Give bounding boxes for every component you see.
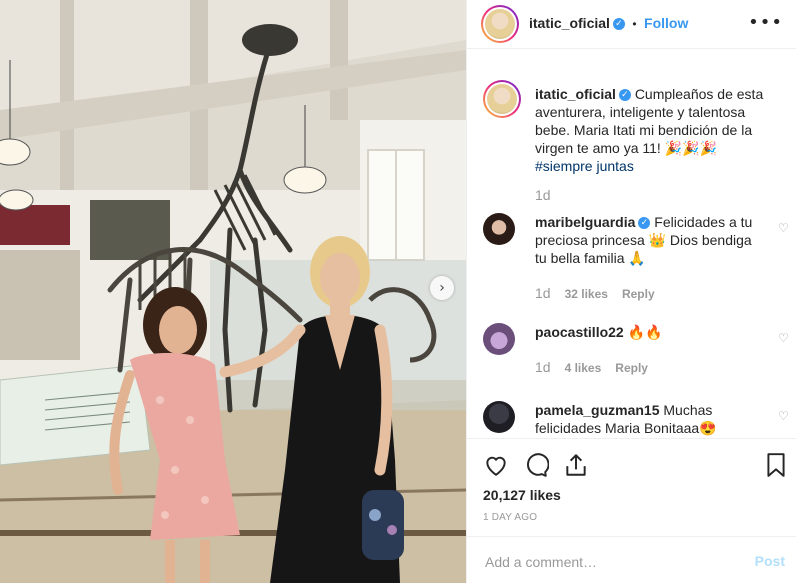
- header-username[interactable]: itatic_oficial: [529, 15, 610, 31]
- comment-icon[interactable]: [523, 452, 549, 478]
- chevron-right-icon: ›: [439, 280, 445, 296]
- heart-icon[interactable]: [483, 452, 509, 478]
- comment-username[interactable]: paocastillo22: [535, 324, 624, 340]
- share-icon[interactable]: [563, 452, 589, 478]
- action-bar: 20,127 likes 1 DAY AGO: [467, 438, 796, 537]
- next-image-button[interactable]: ›: [430, 276, 454, 300]
- hashtag-link[interactable]: #siempre juntas: [535, 158, 634, 174]
- verified-badge-icon: ✓: [612, 17, 625, 30]
- reply-button[interactable]: Reply: [615, 361, 648, 375]
- caption-time: 1d: [535, 187, 551, 203]
- avatar[interactable]: [483, 213, 515, 245]
- museum-photo-illustration: [0, 0, 466, 583]
- heart-icon[interactable]: ♡: [778, 331, 789, 345]
- comment-time: 1d: [535, 285, 551, 301]
- comment-input[interactable]: [483, 549, 737, 575]
- comment-text: 🔥🔥: [627, 324, 663, 340]
- caption-text-block: itatic_oficial ✓ Cumpleaños de esta avent…: [535, 85, 767, 175]
- post-comment-button[interactable]: Post: [755, 553, 785, 569]
- caption-avatar[interactable]: [483, 80, 521, 118]
- avatar: [487, 84, 517, 114]
- bookmark-icon[interactable]: [763, 452, 789, 478]
- comment-text-block: paocastillo22 🔥🔥: [535, 323, 767, 341]
- comment-text-block: maribelguardia ✓ Felicidades a tu precios…: [535, 213, 767, 267]
- reply-button[interactable]: Reply: [622, 287, 655, 301]
- likes-count[interactable]: 20,127 likes: [483, 487, 561, 503]
- follow-button[interactable]: Follow: [644, 15, 688, 31]
- comment-time: 1d: [535, 359, 551, 375]
- avatar[interactable]: [483, 323, 515, 355]
- post-timestamp: 1 DAY AGO: [483, 512, 538, 523]
- post-header: itatic_oficial ✓ • Follow •••: [467, 0, 796, 49]
- post-sidebar: itatic_oficial ✓ • Follow ••• itatic_ofic…: [466, 0, 796, 583]
- avatar: [485, 9, 515, 39]
- comment-likes[interactable]: 4 likes: [565, 361, 602, 375]
- add-comment-bar: Post: [467, 536, 796, 584]
- avatar-story-ring[interactable]: [481, 5, 519, 43]
- comment-meta: 1d 4 likes Reply: [535, 359, 648, 375]
- separator-dot: •: [632, 17, 637, 31]
- comment-meta: 1d 32 likes Reply: [535, 285, 655, 301]
- comment-text-block: pamela_guzman15 Muchas felicidades Maria…: [535, 401, 767, 437]
- comment-username[interactable]: maribelguardia: [535, 214, 635, 230]
- comments-list[interactable]: itatic_oficial ✓ Cumpleaños de esta avent…: [467, 73, 796, 438]
- heart-icon[interactable]: ♡: [778, 221, 789, 235]
- caption-username[interactable]: itatic_oficial: [535, 86, 616, 102]
- avatar[interactable]: [483, 401, 515, 433]
- heart-icon[interactable]: ♡: [778, 409, 789, 423]
- post-photo[interactable]: ›: [0, 0, 466, 583]
- comment-username[interactable]: pamela_guzman15: [535, 402, 660, 418]
- more-options-icon[interactable]: •••: [748, 14, 783, 32]
- verified-badge-icon: ✓: [618, 89, 631, 102]
- verified-badge-icon: ✓: [638, 217, 651, 230]
- comment-likes[interactable]: 32 likes: [565, 287, 608, 301]
